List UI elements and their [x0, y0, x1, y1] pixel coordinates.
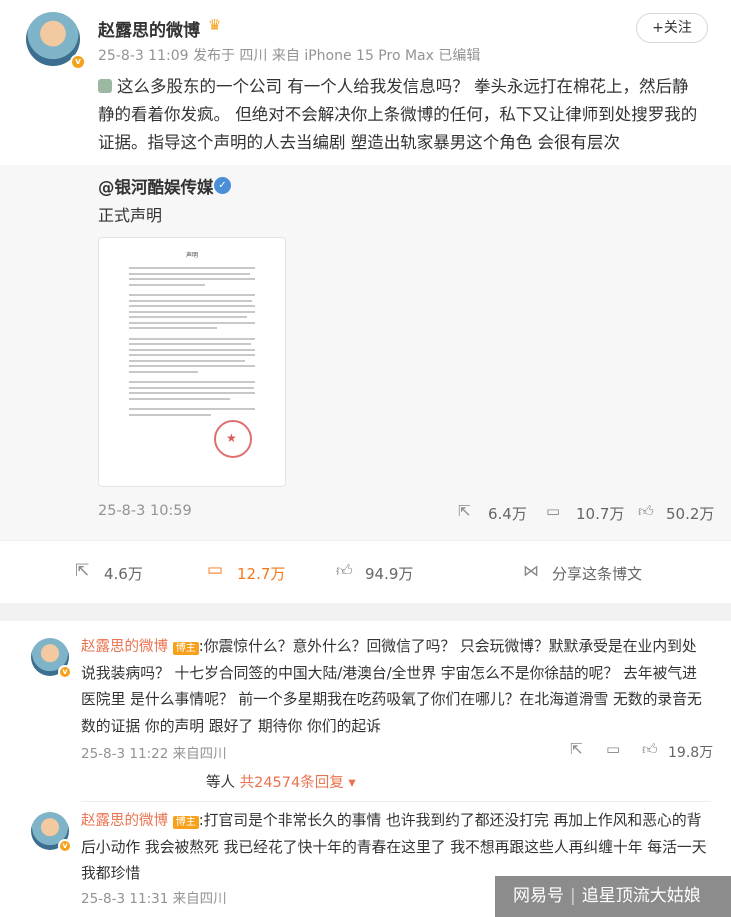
- repost-like-count[interactable]: 50.2万: [666, 503, 714, 524]
- watermark-account: 追星顶流大姑娘: [581, 886, 701, 906]
- comment-author[interactable]: 赵露思的微博: [81, 813, 168, 829]
- device-icon: [98, 79, 112, 93]
- repost-author[interactable]: @银河酷娱传媒: [98, 174, 214, 198]
- share-count[interactable]: 4.6万: [104, 563, 143, 584]
- like-icon[interactable]: 👍︎: [336, 561, 353, 581]
- comment-reply-icon[interactable]: ▭: [606, 740, 620, 758]
- share-link-icon[interactable]: ⋈: [523, 561, 539, 580]
- comment-icon[interactable]: ▭: [207, 560, 223, 580]
- post-text: 这么多股东的一个公司 有一个人给我发信息吗？ 拳头永远打在棉花上，然后静静的看着…: [98, 73, 703, 157]
- seal-star-icon: ★: [226, 431, 237, 445]
- repost-share-count[interactable]: 6.4万: [488, 503, 527, 524]
- verified-badge-icon: v: [58, 665, 72, 679]
- statement-title: 声明: [185, 252, 198, 259]
- verified-badge-icon: v: [70, 54, 86, 70]
- netease-watermark: 网易号 | 追星顶流大姑娘: [495, 876, 731, 917]
- repost-text: 正式声明: [98, 206, 163, 225]
- more-replies[interactable]: 等人 共24574条回复 ▾: [206, 771, 356, 792]
- blue-verified-icon: ✓: [214, 177, 231, 194]
- divider: [81, 801, 711, 802]
- author-tag: 博主: [172, 816, 199, 829]
- share-post-button[interactable]: 分享这条博文: [552, 563, 642, 584]
- share-icon[interactable]: ⇱: [75, 561, 89, 581]
- post-meta: 25-8-3 11:09 发布于 四川 来自 iPhone 15 Pro Max…: [98, 48, 481, 64]
- chevron-down-icon[interactable]: ▾: [348, 775, 355, 791]
- statement-image[interactable]: 声明: [98, 237, 286, 487]
- section-gap: [0, 603, 731, 621]
- verified-badge-icon: v: [58, 839, 72, 853]
- watermark-brand: 网易号: [513, 886, 564, 906]
- repost-comment-count[interactable]: 10.7万: [576, 503, 624, 524]
- comment-share-icon[interactable]: ⇱: [570, 740, 583, 758]
- author-tag: 博主: [172, 642, 199, 655]
- like-count[interactable]: 94.9万: [365, 563, 413, 584]
- repost-share-icon[interactable]: ⇱: [458, 502, 471, 520]
- comment-count[interactable]: 12.7万: [237, 563, 285, 584]
- comment-author[interactable]: 赵露思的微博: [81, 639, 168, 655]
- author-name[interactable]: 赵露思的微博: [98, 16, 200, 41]
- crown-icon: ♛: [208, 16, 222, 34]
- follow-button[interactable]: +关注: [636, 13, 708, 43]
- comment-like-icon[interactable]: 👍︎: [642, 740, 658, 759]
- comment-like-count[interactable]: 19.8万: [668, 742, 713, 762]
- comment-body: 赵露思的微博 博主:你震惊什么？意外什么？回微信了吗？ 只会玩微博？默默承受是在…: [81, 634, 711, 740]
- replies-link[interactable]: 共24574条回复: [240, 775, 344, 791]
- post-body: 这么多股东的一个公司 有一个人给我发信息吗？ 拳头永远打在棉花上，然后静静的看着…: [98, 77, 698, 152]
- comment-meta: 25-8-3 11:31 来自四川: [81, 891, 227, 907]
- divider: [0, 540, 731, 541]
- comment-meta: 25-8-3 11:22 来自四川: [81, 746, 227, 762]
- repost-time: 25-8-3 10:59: [98, 503, 192, 519]
- replies-prefix: 等人: [206, 775, 235, 791]
- watermark-separator: |: [570, 886, 576, 906]
- repost-comment-icon[interactable]: ▭: [546, 502, 560, 520]
- repost-like-icon[interactable]: 👍︎: [638, 502, 654, 521]
